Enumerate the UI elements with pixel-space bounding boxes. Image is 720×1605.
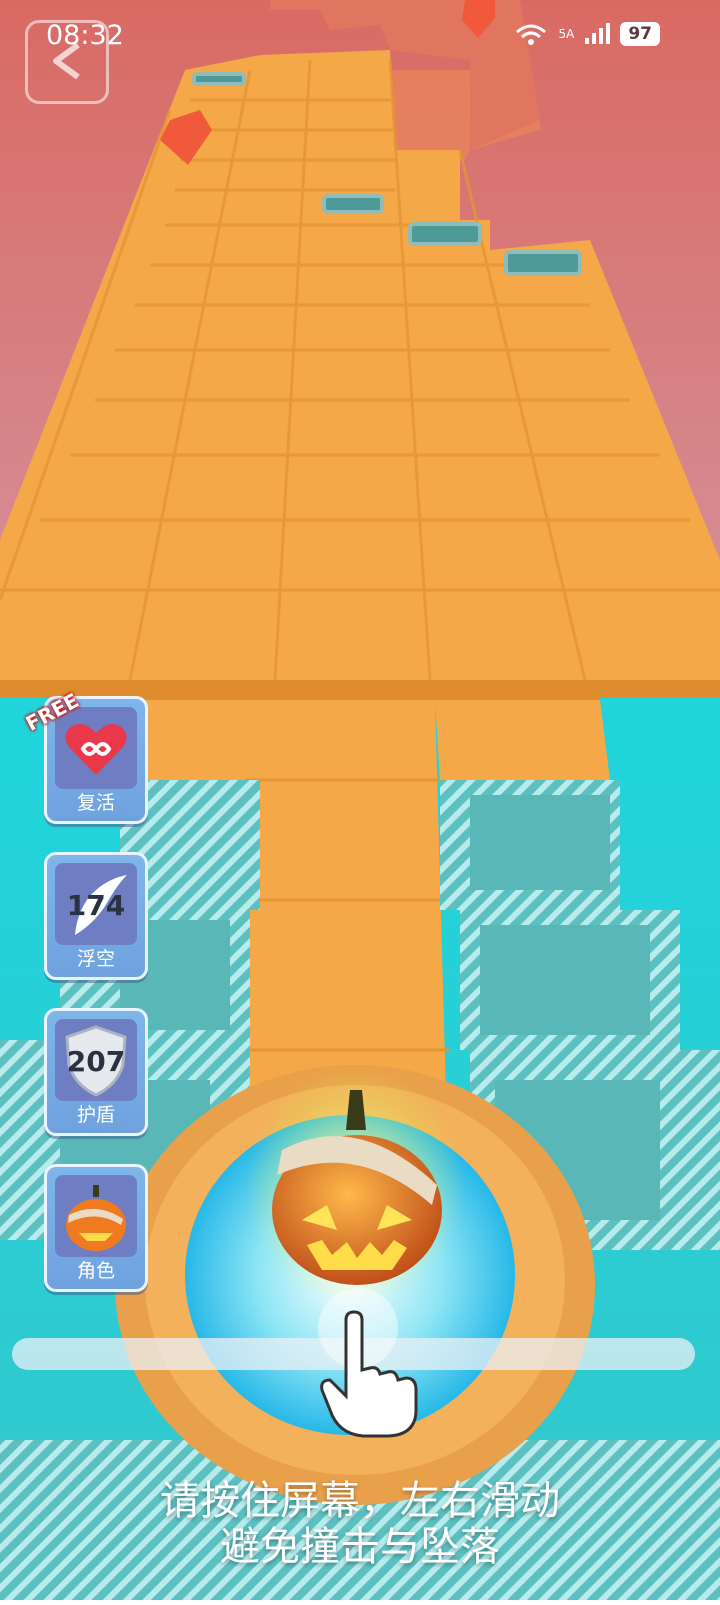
- instruction-text: 请按住屏幕，左右滑动 避免撞击与坠落: [0, 1478, 720, 1570]
- instruction-line-1: 请按住屏幕，左右滑动: [160, 1478, 560, 1524]
- float-icon-frame: 174: [55, 863, 137, 945]
- shield-icon-frame: 207: [55, 1019, 137, 1101]
- float-button[interactable]: 174 浮空: [44, 852, 148, 980]
- status-time: 08:32: [46, 20, 124, 51]
- pumpkin-icon: [66, 1185, 126, 1251]
- shield-label: 护盾: [76, 1104, 115, 1126]
- character-button[interactable]: 角色: [44, 1164, 148, 1292]
- character-label: 角色: [76, 1260, 115, 1282]
- float-label: 浮空: [76, 948, 115, 970]
- character-icon-frame: [55, 1175, 137, 1257]
- revive-label: 复活: [76, 792, 115, 814]
- float-count: 174: [66, 889, 126, 922]
- instruction-line-2: 避免撞击与坠落: [220, 1524, 500, 1570]
- pumpkin-character: [272, 1090, 442, 1285]
- network-type: 5A: [558, 27, 575, 41]
- revive-icon-frame: [55, 707, 137, 789]
- battery-level: 97: [620, 22, 660, 46]
- status-bar: 08:32 5A 97: [0, 0, 720, 70]
- wifi-icon: [516, 24, 547, 45]
- shield-count: 207: [66, 1045, 126, 1078]
- signal-icon: [585, 23, 611, 44]
- hand-pointer-icon: [320, 1310, 418, 1438]
- shield-button[interactable]: 207 护盾: [44, 1008, 148, 1136]
- heart-infinity-icon: [65, 724, 127, 775]
